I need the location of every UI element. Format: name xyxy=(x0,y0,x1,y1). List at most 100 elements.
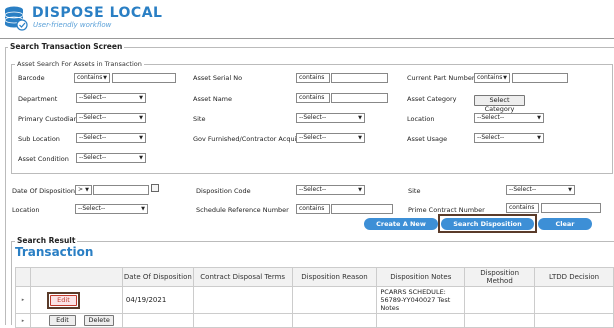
table-row: ▸ Edit Delete xyxy=(15,313,614,328)
primary-custodian-value: --Select-- xyxy=(79,114,107,121)
asset-usage-label: Asset Usage xyxy=(407,135,448,143)
header-date-of-disposition: Date Of Disposition xyxy=(121,267,194,287)
schedule-operator-value: contains xyxy=(299,205,325,212)
transaction-table: Date Of Disposition Contract Disposal Te… xyxy=(15,267,614,328)
prime-contract-label: Prime Contract Number xyxy=(408,206,485,214)
primary-custodian-label: Primary Custodian xyxy=(18,115,78,123)
disposition-site-label: Site xyxy=(408,187,421,195)
asset-name-label: Asset Name xyxy=(193,95,233,103)
serial-label: Asset Serial No xyxy=(193,74,243,82)
serial-operator-select[interactable]: contains▼ xyxy=(296,73,330,83)
table-row: ▸ Edit 04/19/2021 PCARRS SCHEDULE: 56789… xyxy=(15,286,614,314)
contract-terms-cell xyxy=(192,286,293,314)
asset-usage-select[interactable]: --Select-- ▼ xyxy=(474,133,544,143)
header-disposition-method: Disposition Method xyxy=(464,267,536,287)
site-value: --Select-- xyxy=(299,114,327,121)
site-label: Site xyxy=(193,115,206,123)
actions-cell: Edit Delete xyxy=(29,313,123,328)
expand-cell[interactable]: ▸ xyxy=(15,313,31,328)
location-label: Location xyxy=(407,115,435,123)
ltdd-cell xyxy=(534,286,614,314)
asset-condition-select[interactable]: --Select-- ▼ xyxy=(76,153,146,163)
barcode-input[interactable] xyxy=(112,73,176,83)
schedule-operator-select[interactable]: contains▼ xyxy=(296,204,330,214)
app-subtitle: User-friendly workflow xyxy=(33,21,112,29)
notes-cell: PCARRS SCHEDULE: 56789-YY040027 Test Not… xyxy=(376,286,466,314)
actions-header xyxy=(29,267,123,287)
department-label: Department xyxy=(18,95,58,103)
asset-condition-label: Asset Condition xyxy=(18,155,69,163)
app-title: DISPOSE LOCAL xyxy=(32,5,163,21)
chevron-down-icon: ▼ xyxy=(139,135,143,141)
method-cell xyxy=(464,286,536,314)
search-disposition-button[interactable]: Search Disposition Transactions xyxy=(441,218,534,240)
prime-contract-operator-value: contains xyxy=(509,204,535,211)
sub-location-select[interactable]: --Select-- ▼ xyxy=(76,133,146,143)
asset-name-input[interactable] xyxy=(331,93,388,103)
header-divider xyxy=(0,38,614,39)
create-disposition-button[interactable]: Create A New Disposition xyxy=(364,218,438,240)
chevron-down-icon: ▼ xyxy=(537,115,541,121)
prime-contract-input[interactable] xyxy=(541,203,601,213)
header-disposition-notes: Disposition Notes xyxy=(376,267,466,287)
disposition-code-value: --Select-- xyxy=(299,186,327,193)
chevron-down-icon: ▼ xyxy=(139,115,143,121)
header-contract-disposal-terms: Contract Disposal Terms xyxy=(192,267,293,287)
schedule-reference-input[interactable] xyxy=(331,204,393,214)
edit-button[interactable]: Edit xyxy=(49,294,77,306)
chevron-down-icon: ▼ xyxy=(323,82,327,83)
chevron-down-icon: ▼ xyxy=(103,75,107,81)
part-operator-select[interactable]: contains ▼ xyxy=(474,73,510,83)
part-number-label: Current Part Number xyxy=(407,74,475,82)
chevron-down-icon: ▼ xyxy=(85,187,89,193)
gov-furnished-select[interactable]: --Select-- ▼ xyxy=(296,133,365,143)
serial-operator-value: contains xyxy=(299,74,325,81)
disposition-code-label: Disposition Code xyxy=(196,187,251,195)
expand-arrow-icon[interactable]: ▸ xyxy=(22,297,25,303)
asset-condition-value: --Select-- xyxy=(79,154,107,161)
asset-usage-value: --Select-- xyxy=(477,134,505,141)
header-ltdd-decision: LTDD Decision xyxy=(534,267,614,287)
asset-name-operator-value: contains xyxy=(299,94,325,101)
footer-edit-button[interactable]: Edit xyxy=(48,315,76,326)
site-select[interactable]: --Select-- ▼ xyxy=(296,113,365,123)
chevron-down-icon: ▼ xyxy=(537,135,541,141)
disposition-location-select[interactable]: --Select-- ▼ xyxy=(75,204,148,214)
date-of-disposition-input[interactable] xyxy=(93,185,149,195)
actions-cell: Edit xyxy=(29,286,123,314)
clear-dispositions-button[interactable]: Clear Dispositions xyxy=(538,218,592,240)
select-category-button[interactable]: Select Category xyxy=(474,95,525,113)
calendar-icon[interactable] xyxy=(151,184,159,192)
app-logo-icon xyxy=(4,5,28,31)
disposition-site-value: --Select-- xyxy=(509,186,537,193)
location-select[interactable]: --Select-- ▼ xyxy=(474,113,544,123)
chevron-down-icon: ▼ xyxy=(358,187,362,193)
disposition-site-select[interactable]: --Select-- ▼ xyxy=(506,185,575,195)
asset-name-operator-select[interactable]: contains▼ xyxy=(296,93,330,103)
chevron-down-icon: ▼ xyxy=(323,213,327,214)
part-number-input[interactable] xyxy=(512,73,568,83)
department-value: --Select-- xyxy=(79,94,107,101)
prime-contract-operator-select[interactable]: contains▼ xyxy=(506,203,539,213)
disposition-location-label: Location xyxy=(12,206,40,214)
department-select[interactable]: --Select-- ▼ xyxy=(76,93,146,103)
expand-cell[interactable]: ▸ xyxy=(15,286,31,314)
chevron-down-icon: ▼ xyxy=(139,155,143,161)
footer-delete-button[interactable]: Delete xyxy=(84,315,115,326)
primary-custodian-select[interactable]: --Select-- ▼ xyxy=(76,113,146,123)
disposition-location-value: --Select-- xyxy=(78,205,106,212)
search-transaction-legend: Search Transaction Screen xyxy=(8,42,125,51)
date-operator-value: > xyxy=(78,186,84,193)
barcode-operator-select[interactable]: contains ▼ xyxy=(74,73,110,83)
asset-category-label: Asset Category xyxy=(407,95,457,103)
expand-header xyxy=(15,267,31,287)
part-operator-value: contains xyxy=(477,74,503,81)
chevron-down-icon: ▼ xyxy=(503,75,507,81)
expand-arrow-icon[interactable]: ▸ xyxy=(22,318,25,324)
disposition-code-select[interactable]: --Select-- ▼ xyxy=(296,185,365,195)
transaction-title: Transaction xyxy=(15,245,94,259)
serial-input[interactable] xyxy=(331,73,388,83)
date-operator-select[interactable]: > ▼ xyxy=(75,185,92,195)
gov-furnished-value: --Select-- xyxy=(299,134,327,141)
barcode-operator-value: contains xyxy=(77,74,103,81)
